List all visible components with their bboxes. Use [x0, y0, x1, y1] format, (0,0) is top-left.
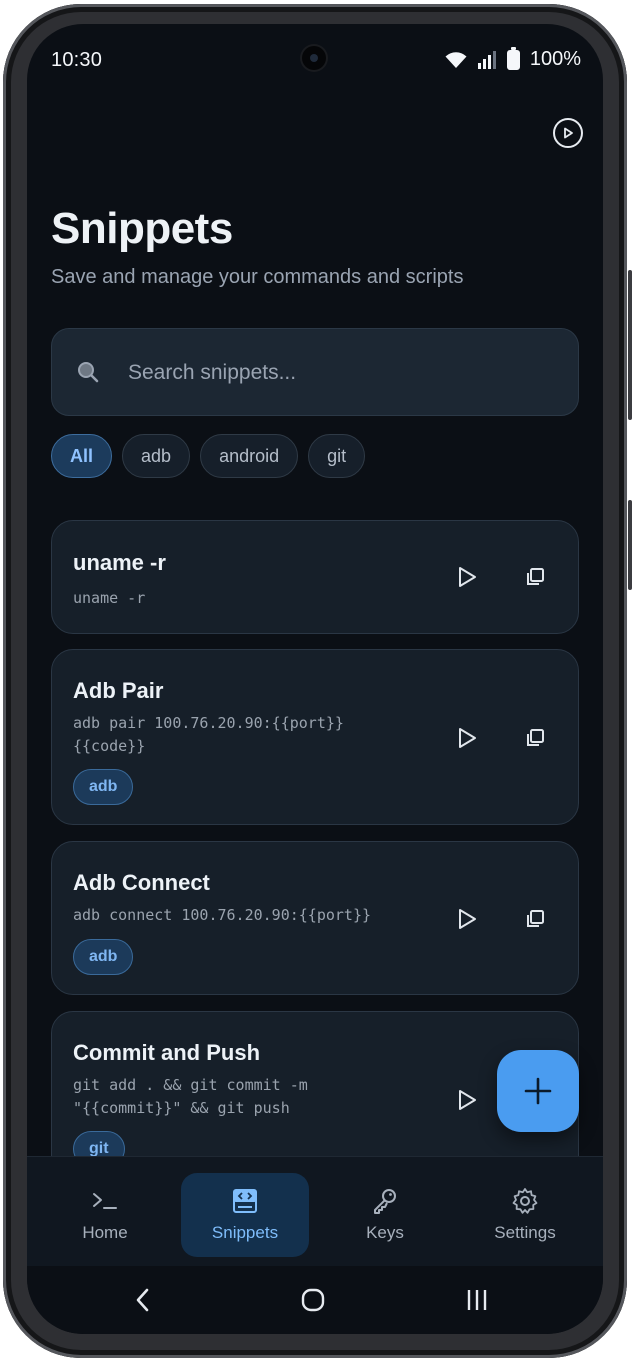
key-icon: [374, 1189, 396, 1214]
search-placeholder: Search snippets...: [128, 361, 297, 384]
copy-icon: [527, 729, 544, 746]
play-icon: [459, 567, 476, 587]
snippet-title: Adb Connect: [73, 870, 210, 895]
gear-icon: [512, 1188, 538, 1214]
snippet-command-line: uname -r: [73, 589, 146, 607]
battery-level: 100%: [529, 48, 581, 70]
snippet-card[interactable]: Adb Connect adb connect 100.76.20.90:{{p…: [51, 841, 579, 995]
page-title: Snippets: [51, 204, 233, 253]
power-button: [628, 500, 632, 590]
filter-chip-adb[interactable]: adb: [122, 434, 191, 478]
back-icon: [136, 1288, 149, 1312]
snippet-command-line: "{{commit}}" && git push: [73, 1099, 290, 1117]
nav-label: Snippets: [211, 1223, 279, 1242]
snippet-title: uname -r: [73, 550, 166, 575]
snippet-command: git add . && git commit -m "{{commit}}" …: [73, 1074, 403, 1120]
home-circle-icon: [301, 1288, 325, 1312]
battery-icon: [506, 46, 520, 70]
snippet-card[interactable]: Adb Pair adb pair 100.76.20.90:{{port}} …: [51, 649, 579, 825]
nav-label: Keys: [366, 1223, 404, 1242]
code-file-icon: [233, 1189, 257, 1213]
nav-label: Home: [82, 1223, 128, 1242]
recents-button[interactable]: [457, 1280, 497, 1320]
snippet-command-line: git add . && git commit -m: [73, 1076, 308, 1094]
snippet-title: Commit and Push: [73, 1040, 261, 1065]
play-circle-icon[interactable]: [553, 118, 583, 148]
system-navigation-bar: [27, 1266, 603, 1334]
status-icons: 100%: [445, 46, 581, 71]
front-camera: [302, 46, 326, 70]
play-icon: [459, 1090, 476, 1110]
filter-chips: All adb android git: [51, 434, 366, 478]
nav-item-settings[interactable]: Settings: [461, 1173, 589, 1257]
wifi-icon: [445, 51, 467, 68]
plus-icon: [524, 1077, 552, 1105]
filter-chip-android[interactable]: android: [200, 434, 299, 478]
nav-label: Settings: [494, 1223, 556, 1242]
home-button[interactable]: [293, 1280, 333, 1320]
add-snippet-button[interactable]: [497, 1050, 579, 1132]
copy-snippet-button[interactable]: [519, 722, 551, 754]
copy-snippet-button[interactable]: [519, 561, 551, 593]
back-button[interactable]: [123, 1280, 163, 1320]
snippet-command-line: {{code}}: [73, 737, 146, 755]
app-screen: 10:30 100% Snippets Save and manage your…: [27, 24, 603, 1334]
run-snippet-button[interactable]: [451, 903, 483, 935]
status-bar: 10:30 100%: [27, 24, 603, 96]
snippet-command-line: adb pair 100.76.20.90:{{port}}: [73, 714, 344, 732]
snippet-title: Adb Pair: [73, 678, 164, 703]
recents-icon: [467, 1290, 487, 1310]
terminal-icon: [93, 1193, 117, 1209]
filter-chip-all[interactable]: All: [51, 434, 113, 478]
nav-item-snippets[interactable]: Snippets: [181, 1173, 309, 1257]
copy-snippet-button[interactable]: [519, 903, 551, 935]
snippet-card[interactable]: uname -r uname -r: [51, 520, 579, 634]
play-icon: [459, 909, 476, 929]
play-icon: [459, 728, 476, 748]
signal-icon: [477, 50, 496, 69]
run-snippet-button[interactable]: [451, 1084, 483, 1116]
snippet-tag: adb: [73, 939, 134, 975]
play-icon: [564, 127, 573, 139]
run-snippet-button[interactable]: [451, 561, 483, 593]
snippet-tag: adb: [73, 769, 134, 805]
copy-icon: [527, 568, 544, 585]
run-snippet-button[interactable]: [451, 722, 483, 754]
status-time: 10:30: [51, 49, 103, 71]
bottom-navigation: Home Snippets Keys Settings: [27, 1156, 603, 1267]
snippet-command: uname -r: [73, 587, 403, 610]
snippet-tag: git: [73, 1131, 125, 1156]
search-icon: [78, 362, 99, 383]
nav-item-home[interactable]: Home: [41, 1173, 169, 1257]
nav-item-keys[interactable]: Keys: [321, 1173, 449, 1257]
search-input[interactable]: Search snippets...: [51, 328, 579, 416]
page-subtitle: Save and manage your commands and script…: [51, 266, 464, 288]
snippet-command: adb connect 100.76.20.90:{{port}}: [73, 904, 403, 927]
copy-icon: [527, 910, 544, 927]
snippet-command-line: adb connect 100.76.20.90:{{port}}: [73, 906, 372, 924]
filter-chip-git[interactable]: git: [308, 434, 366, 478]
snippet-command: adb pair 100.76.20.90:{{port}} {{code}}: [73, 712, 403, 758]
volume-button: [628, 270, 632, 420]
